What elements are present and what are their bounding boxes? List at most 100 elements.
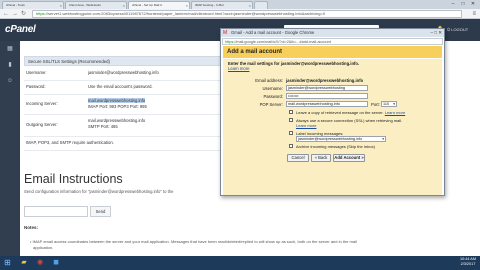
cpanel-logo[interactable]: cPanel	[5, 24, 36, 35]
port-label: Port:	[371, 102, 380, 107]
add-account-button[interactable]: Add Account »	[333, 154, 365, 162]
popup-heading: Add a mail account	[223, 46, 442, 58]
learn-more-link[interactable]: Learn more	[385, 110, 405, 115]
maximize-icon[interactable]: □	[458, 0, 468, 8]
popup-address-bar[interactable]: https://mail.google.com/mail/u/0/?ui=2&i…	[222, 38, 443, 45]
close-window-icon[interactable]: ✕	[468, 0, 478, 8]
clock-date: 2/3/2017	[460, 262, 476, 266]
popup-titlebar[interactable]: M Gmail - Add a mail account - Google Ch…	[221, 29, 444, 37]
gmail-icon: M	[223, 30, 228, 36]
file-explorer-icon[interactable]: ▰	[18, 258, 30, 268]
browser-tab[interactable]: cPanel - Tools ×	[2, 1, 64, 9]
section-title: Email Instructions	[24, 172, 123, 186]
pop-server-label: POP Server:	[259, 102, 283, 107]
notes-label: Notes:	[24, 225, 39, 230]
ssl-checkbox[interactable]	[289, 118, 293, 122]
username-label: Username:	[262, 86, 283, 91]
outgoing-server-value: mail.wordpresswebhosting.info	[88, 118, 146, 123]
send-button[interactable]: Send	[90, 206, 111, 217]
close-icon[interactable]: ✕	[438, 30, 442, 35]
stats-icon[interactable]: ▮	[0, 57, 20, 73]
note-text: application.	[33, 245, 54, 250]
popup-form: Enter the mail settings for jasminder@wo…	[223, 59, 442, 195]
outgoing-ports: SMTP Port: 465	[88, 123, 118, 129]
label-select-value: jasminder@wordpresswebhosting.info	[298, 137, 363, 141]
port-value: 110	[383, 102, 390, 106]
pop-server-input[interactable]: mail.wordpresswebhosting.info	[286, 101, 368, 107]
forward-icon[interactable]: →	[12, 10, 18, 18]
reload-icon[interactable]: ↻	[21, 10, 26, 18]
section-description: Send configuration information for "jasm…	[24, 189, 174, 194]
url-text: server1.webhostingpoint.com:2083/cpsess0…	[48, 11, 326, 16]
tab-label: cPanel - Tools	[6, 3, 25, 7]
option-text: Leave a copy of retrieved message on the…	[296, 110, 384, 115]
settings-value: Use the email account's password.	[88, 84, 153, 89]
browser-tab-bar: cPanel - Tools × Client Area - WebHostin…	[0, 0, 480, 9]
settings-panel-header: Secure SSL/TLS Settings (Recommended)	[24, 56, 244, 66]
username-input[interactable]: jasminder@wordpresswebhosting	[286, 85, 368, 91]
close-icon[interactable]: ×	[60, 2, 62, 9]
user-icon[interactable]: ☺	[0, 73, 20, 89]
label-incoming-checkbox[interactable]	[289, 131, 293, 135]
option-archive: Archive incoming messages (Skip the Inbo…	[296, 144, 375, 149]
incoming-ports: IMAP Port: 993 POP3 Port: 995	[88, 103, 147, 109]
clock[interactable]: 10:44 AM 2/3/2017	[460, 257, 476, 267]
option-ssl: Always use a secure connection (SSL) whe…	[296, 118, 402, 128]
os-taskbar: ⊞ ▰ ◉ ◼ 10:44 AM 2/3/2017	[0, 256, 480, 270]
label-select[interactable]: jasminder@wordpresswebhosting.info ▾	[296, 136, 386, 142]
left-sidebar: ▦ ▮ ☺	[0, 41, 20, 256]
cancel-button[interactable]: Cancel	[287, 154, 309, 162]
email-value: jasminder@wordpresswebhosting.info	[286, 78, 364, 83]
tab-label: Client Area - WebHostin	[69, 3, 101, 7]
chrome-icon[interactable]: ◉	[34, 258, 46, 268]
browser-tab-active[interactable]: cPanel - Set Up Mail C ×	[128, 1, 190, 9]
email-field[interactable]	[24, 206, 88, 217]
popup-title: Gmail - Add a mail account - Google Chro…	[231, 30, 315, 35]
settings-note: IMAP, POP3, and SMTP require authenticat…	[26, 140, 114, 145]
leave-copy-checkbox[interactable]	[289, 110, 293, 114]
learn-more-link[interactable]: Learn more	[228, 66, 249, 71]
port-select[interactable]: 110 ▾	[381, 101, 397, 107]
new-tab-button[interactable]	[254, 1, 268, 9]
tab-label: IMAP Hosting - In Bul	[195, 3, 224, 7]
password-input[interactable]: ••••••••	[286, 93, 368, 99]
settings-value-block: mail.wordpresswebhosting.info SMTP Port:…	[88, 118, 145, 129]
popup-window-controls: – □ ✕	[430, 29, 442, 37]
password-label: Password:	[263, 94, 283, 99]
settings-row: Outgoing Server: mail.wordpresswebhostin…	[24, 115, 224, 137]
chevron-down-icon: ▾	[382, 137, 384, 141]
logout-label: LOGOUT	[451, 27, 469, 32]
settings-row: Incoming Server: mail.wordpresswebhostin…	[24, 95, 224, 115]
settings-value-block: mail.wordpresswebhosting.info IMAP Port:…	[88, 98, 147, 109]
close-icon[interactable]: ×	[186, 2, 188, 9]
chevron-down-icon: ▾	[393, 102, 395, 106]
menu-icon[interactable]: ≡	[472, 10, 476, 18]
browser-tab[interactable]: Client Area - WebHostin ×	[65, 1, 127, 9]
learn-more-link[interactable]: Learn more	[296, 123, 316, 128]
archive-checkbox[interactable]	[289, 144, 293, 148]
window-controls: – □ ✕	[448, 0, 478, 8]
option-leave-copy: Leave a copy of retrieved message on the…	[296, 110, 405, 115]
settings-key: Username:	[26, 70, 47, 75]
windows-start-icon[interactable]: ⊞	[2, 258, 13, 268]
back-button[interactable]: « Back	[311, 154, 331, 162]
settings-key: Incoming Server:	[26, 101, 58, 106]
back-icon[interactable]: ←	[3, 10, 9, 18]
settings-key: Outgoing Server:	[26, 122, 58, 127]
url-text: mail.google.com/mail/u/0/?ui=2&ik=...#ad…	[236, 40, 331, 44]
note-line: IMAP email access coordinates between th…	[32, 239, 357, 244]
app-icon[interactable]: ◼	[50, 258, 62, 268]
grid-icon[interactable]: ▦	[0, 41, 20, 57]
note-text: • IMAP email access coordinates between …	[30, 239, 357, 244]
settings-row: IMAP, POP3, and SMTP require authenticat…	[24, 137, 224, 151]
minimize-icon[interactable]: –	[448, 0, 458, 8]
email-label: Email address:	[255, 78, 283, 83]
url-scheme: https://	[225, 40, 237, 44]
close-icon[interactable]: ×	[123, 2, 125, 9]
settings-row: Password: Use the email account's passwo…	[24, 81, 224, 95]
settings-value: jasminder@wordpresswebhosting.info	[88, 70, 159, 75]
close-icon[interactable]: ×	[249, 2, 251, 9]
address-bar[interactable]: https://server1.webhostingpoint.com:2083…	[32, 10, 462, 18]
logout-button[interactable]: ⏻ LOGOUT	[447, 25, 468, 34]
browser-tab[interactable]: IMAP Hosting - In Bul ×	[191, 1, 253, 9]
